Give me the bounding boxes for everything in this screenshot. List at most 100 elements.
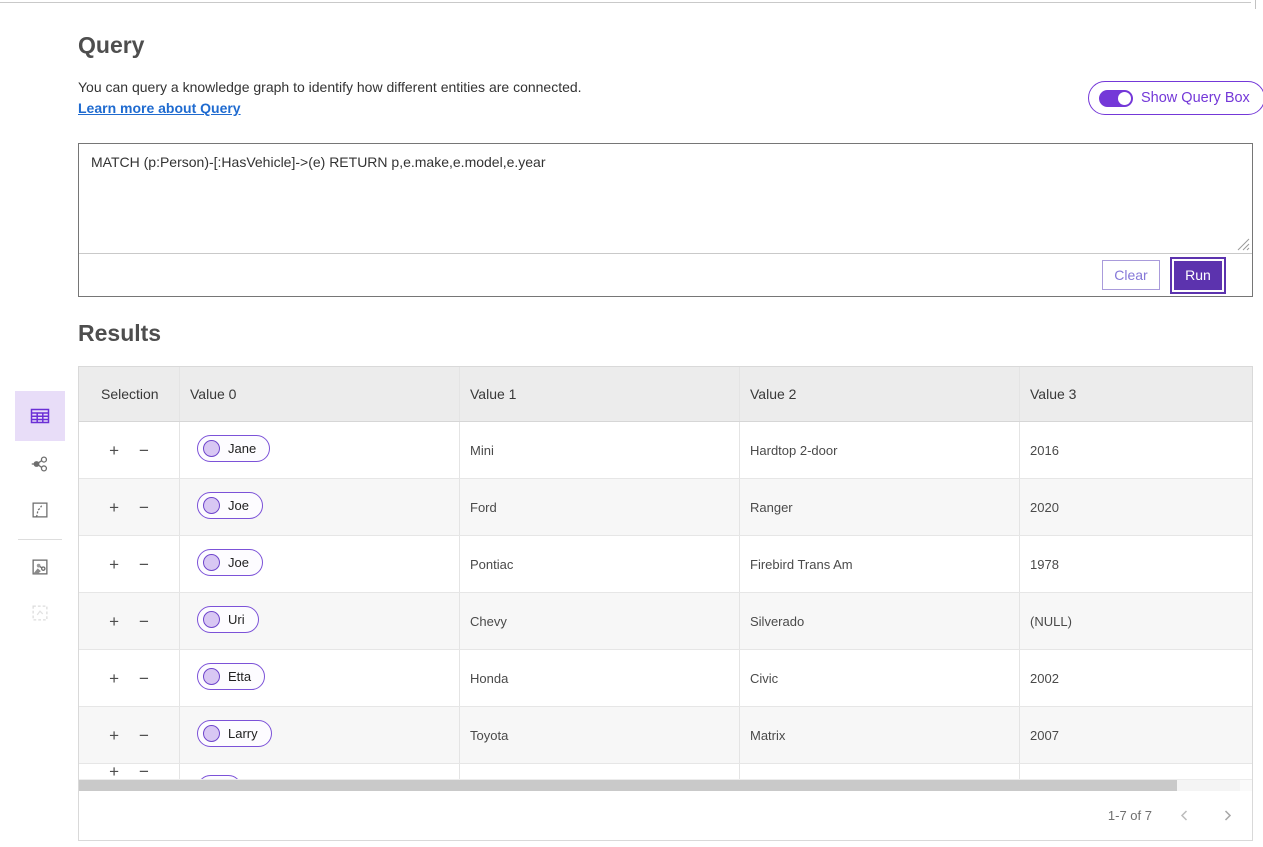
entity-pill-label: Joe	[228, 498, 249, 513]
entity-pill-label: Etta	[228, 669, 251, 684]
entity-cell: Larry	[179, 707, 459, 763]
entity-pill[interactable]: Joe	[197, 492, 263, 519]
table-row: + − Etta Honda Civic 2002	[79, 650, 1252, 707]
add-to-selection-button[interactable]: +	[105, 611, 123, 632]
cell-value	[1019, 764, 1252, 779]
remove-from-selection-button[interactable]: −	[135, 764, 153, 779]
entity-pill[interactable]: Etta	[197, 663, 265, 690]
remove-from-selection-button[interactable]: −	[135, 440, 153, 461]
cell-value: Mini	[459, 422, 739, 478]
remove-from-selection-button[interactable]: −	[135, 725, 153, 746]
chevron-right-icon	[1221, 809, 1234, 822]
selection-cell: + −	[79, 479, 179, 535]
horizontal-scrollbar	[79, 779, 1252, 791]
cell-value: Pontiac	[459, 536, 739, 592]
entity-pill[interactable]: Joe	[197, 549, 263, 576]
entity-node-icon	[203, 668, 220, 685]
table-row: + − Larry Toyota Matrix 2007	[79, 707, 1252, 764]
selection-cell: + −	[79, 707, 179, 763]
entity-cell: Uri	[179, 593, 459, 649]
table-icon	[28, 404, 52, 428]
scrollbar-corner	[1240, 780, 1252, 791]
map-icon	[29, 499, 51, 521]
toggle-label: Show Query Box	[1141, 90, 1250, 106]
column-header: Value 2	[739, 367, 1019, 421]
selection-cell: + −	[79, 536, 179, 592]
cell-value: 2002	[1019, 650, 1252, 706]
remove-from-selection-button[interactable]: −	[135, 611, 153, 632]
add-to-selection-button[interactable]: +	[105, 725, 123, 746]
pagination-range: 1-7 of 7	[1108, 808, 1152, 823]
cell-value: Hardtop 2-door	[739, 422, 1019, 478]
cell-value: Matrix	[739, 707, 1019, 763]
horizontal-scrollbar-thumb[interactable]	[79, 780, 1177, 791]
show-query-box-toggle[interactable]: Show Query Box	[1088, 81, 1263, 115]
sidebar-item-map-view[interactable]	[15, 487, 65, 533]
query-actions-bar: Clear Run	[79, 254, 1252, 296]
sidebar-item-link-chart-view[interactable]	[15, 441, 65, 487]
toggle-switch-on	[1099, 90, 1133, 107]
column-header: Selection	[79, 367, 179, 421]
cell-value: Toyota	[459, 707, 739, 763]
query-box: MATCH (p:Person)-[:HasVehicle]->(e) RETU…	[78, 143, 1253, 297]
resize-handle[interactable]	[1237, 238, 1250, 251]
entity-cell: Joe	[179, 479, 459, 535]
entity-pill[interactable]: Larry	[197, 720, 272, 747]
table-row: + −	[79, 764, 1252, 779]
sidebar-item-disabled-view	[15, 590, 65, 636]
sidebar-item-map-link-chart-view[interactable]	[15, 544, 65, 590]
results-view-sidebar	[15, 391, 65, 636]
query-text-area-wrap: MATCH (p:Person)-[:HasVehicle]->(e) RETU…	[79, 144, 1252, 254]
previous-page-button[interactable]	[1174, 805, 1195, 826]
results-title: Results	[78, 320, 161, 347]
sidebar-item-table-view[interactable]	[15, 391, 65, 441]
add-to-selection-button[interactable]: +	[105, 440, 123, 461]
cell-value	[739, 764, 1019, 779]
entity-node-icon	[203, 497, 220, 514]
chevron-left-icon	[1178, 809, 1191, 822]
cell-value: Civic	[739, 650, 1019, 706]
query-input[interactable]: MATCH (p:Person)-[:HasVehicle]->(e) RETU…	[79, 144, 1252, 253]
add-to-selection-button[interactable]: +	[105, 497, 123, 518]
cell-value: 2016	[1019, 422, 1252, 478]
cell-value: 1978	[1019, 536, 1252, 592]
selection-cell: + −	[79, 593, 179, 649]
entity-pill[interactable]: Jane	[197, 435, 270, 462]
cell-value: Honda	[459, 650, 739, 706]
table-row: + − Uri Chevy Silverado (NULL)	[79, 593, 1252, 650]
entity-node-icon	[203, 554, 220, 571]
table-body: + − Jane Mini Hardtop 2-door 2016 + − Jo…	[79, 422, 1252, 779]
link-chart-icon	[29, 453, 51, 475]
entity-pill[interactable]: Uri	[197, 606, 259, 633]
remove-from-selection-button[interactable]: −	[135, 554, 153, 575]
map-link-chart-icon	[29, 556, 51, 578]
add-to-selection-button[interactable]: +	[105, 668, 123, 689]
entity-pill-label: Jane	[228, 441, 256, 456]
column-header: Value 0	[179, 367, 459, 421]
results-table: SelectionValue 0Value 1Value 2Value 3 + …	[78, 366, 1253, 841]
entity-cell: Etta	[179, 650, 459, 706]
entity-cell	[179, 764, 459, 779]
cell-value: Silverado	[739, 593, 1019, 649]
query-page: Query You can query a knowledge graph to…	[0, 0, 1263, 847]
learn-more-link[interactable]: Learn more about Query	[78, 100, 241, 116]
remove-from-selection-button[interactable]: −	[135, 497, 153, 518]
add-to-selection-button[interactable]: +	[105, 764, 123, 779]
run-button[interactable]: Run	[1174, 261, 1222, 290]
next-page-button[interactable]	[1217, 805, 1238, 826]
selection-cell: + −	[79, 422, 179, 478]
entity-node-icon	[203, 440, 220, 457]
cell-value: Ranger	[739, 479, 1019, 535]
disabled-view-icon	[29, 602, 51, 624]
table-header: SelectionValue 0Value 1Value 2Value 3	[79, 367, 1252, 422]
column-header: Value 3	[1019, 367, 1252, 421]
cell-value: 2020	[1019, 479, 1252, 535]
toggle-knob	[1118, 92, 1131, 105]
column-header: Value 1	[459, 367, 739, 421]
clear-button[interactable]: Clear	[1102, 260, 1160, 290]
add-to-selection-button[interactable]: +	[105, 554, 123, 575]
remove-from-selection-button[interactable]: −	[135, 668, 153, 689]
cell-value: 2007	[1019, 707, 1252, 763]
table-row: + − Jane Mini Hardtop 2-door 2016	[79, 422, 1252, 479]
selection-cell: + −	[79, 650, 179, 706]
